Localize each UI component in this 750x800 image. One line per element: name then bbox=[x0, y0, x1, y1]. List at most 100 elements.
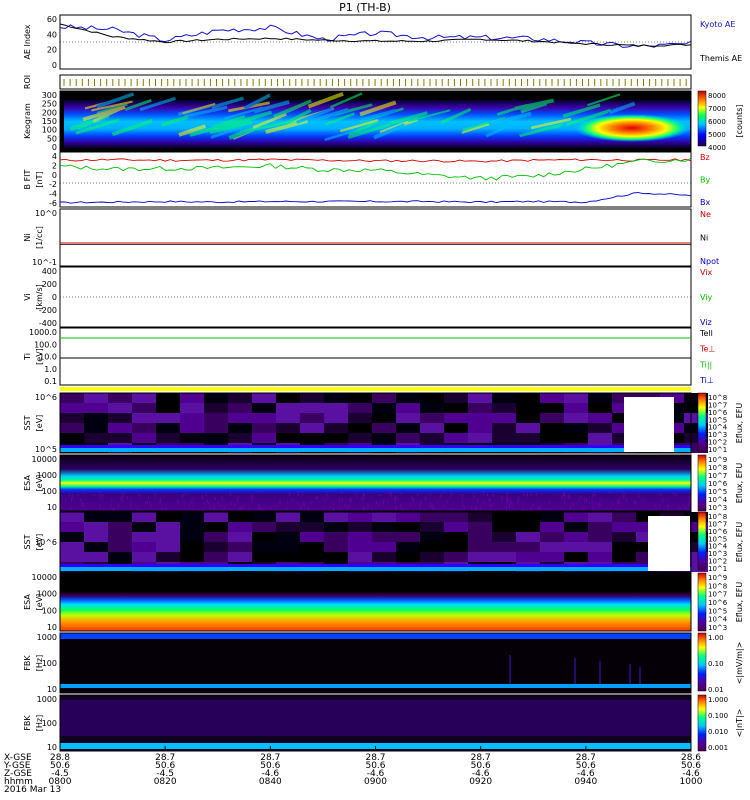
spectrogram-noise bbox=[451, 490, 453, 496]
spectrogram-cell bbox=[348, 393, 372, 403]
legend-entry: Viy bbox=[700, 293, 713, 302]
spectrogram-cell bbox=[180, 403, 204, 413]
spectrogram-cell bbox=[444, 393, 468, 403]
spectrogram-noise bbox=[110, 504, 112, 509]
y-tick-label: 0 bbox=[52, 171, 57, 180]
spectrogram-noise bbox=[361, 496, 363, 502]
spectrogram-noise bbox=[561, 495, 563, 501]
spectrogram-cell bbox=[540, 433, 564, 443]
spectrogram-cell bbox=[84, 542, 108, 552]
spectrogram-cell bbox=[588, 552, 612, 562]
spectrogram-cell bbox=[372, 512, 396, 522]
spectrogram-cell bbox=[588, 542, 612, 552]
spectrogram-noise bbox=[81, 501, 83, 506]
spectrogram-noise bbox=[80, 498, 82, 502]
spectrogram-noise bbox=[432, 506, 434, 511]
spectrogram-cell bbox=[564, 542, 588, 552]
spectrogram-cell bbox=[468, 413, 492, 423]
panel-ylabel: Vi bbox=[23, 293, 32, 301]
spectrogram-noise bbox=[202, 495, 204, 499]
spectrogram-noise bbox=[419, 504, 421, 509]
spectrogram-cell bbox=[516, 393, 540, 403]
legend-entry: Themis AE bbox=[699, 54, 742, 63]
colorbar-fbk-b bbox=[697, 694, 707, 752]
colorbar-label: <|nT|> bbox=[735, 709, 744, 738]
colorbar-label: Eflux, EFU bbox=[735, 403, 744, 444]
y-tick-label: 100 bbox=[42, 606, 57, 615]
spectrogram-cell bbox=[300, 423, 324, 433]
spectrogram-cell bbox=[444, 413, 468, 423]
spectrogram-cell bbox=[492, 512, 516, 522]
spectrogram-cell bbox=[156, 522, 180, 532]
spectrogram-noise bbox=[370, 494, 372, 498]
y-tick-label: 1000 bbox=[37, 471, 57, 480]
spectrogram-cell bbox=[612, 522, 636, 532]
spectrogram-cell bbox=[108, 393, 132, 403]
spectrogram-noise bbox=[251, 498, 253, 502]
spectrogram-cell bbox=[276, 512, 300, 522]
spectrogram-noise bbox=[687, 495, 689, 498]
spectrogram-cell bbox=[156, 433, 180, 443]
spectrogram-noise bbox=[322, 497, 324, 501]
spectrogram-noise bbox=[383, 500, 385, 506]
panel-ylabel: ROI bbox=[23, 75, 32, 89]
spectrogram-cell bbox=[228, 552, 252, 562]
figure-title: P1 (TH-B) bbox=[339, 1, 391, 14]
spectrogram-noise bbox=[316, 497, 318, 500]
spectrogram-cell bbox=[612, 512, 636, 522]
spectrogram-cell bbox=[180, 512, 204, 522]
spectrogram-cell bbox=[612, 552, 636, 562]
spectrogram-noise bbox=[332, 500, 334, 506]
spectrogram-noise bbox=[121, 497, 123, 503]
spectrogram-cell bbox=[588, 522, 612, 532]
panel-ylabel-unit: [nT] bbox=[35, 171, 44, 187]
spectrogram-cell bbox=[444, 522, 468, 532]
colorbar-tick: 10^1 bbox=[708, 446, 727, 454]
spectrogram-cell bbox=[60, 403, 84, 413]
spectrogram-noise bbox=[506, 492, 508, 497]
spectrogram-cell bbox=[444, 423, 468, 433]
spectrogram-cell bbox=[228, 532, 252, 542]
spectrogram-cell bbox=[420, 522, 444, 532]
spectrogram-noise bbox=[565, 495, 567, 498]
spectrogram-noise bbox=[159, 498, 161, 504]
spectrogram-cell bbox=[540, 423, 564, 433]
panel-ylabel: FBK bbox=[23, 655, 32, 671]
spectrogram-noise bbox=[492, 502, 494, 506]
spectrogram-noise bbox=[599, 503, 601, 507]
spectrogram-noise bbox=[414, 503, 416, 506]
y-tick-label: 50 bbox=[47, 134, 57, 143]
spectrogram-cell bbox=[252, 413, 276, 423]
spectrogram-cell bbox=[276, 433, 300, 443]
spectrogram-cell bbox=[516, 522, 540, 532]
colorbar-tick: 10^4 bbox=[708, 496, 728, 504]
panel-esa-electron bbox=[59, 572, 692, 632]
colorbar-tick: 4000 bbox=[708, 144, 726, 152]
spectrogram-cell bbox=[540, 393, 564, 403]
spectrogram-noise bbox=[237, 495, 239, 499]
panel-ylabel-unit: [1/cc] bbox=[35, 226, 44, 249]
spectrogram-noise bbox=[348, 504, 350, 509]
colorbar-tick: 10^8 bbox=[708, 464, 727, 472]
spectrogram-noise bbox=[537, 505, 539, 509]
spectrogram-noise bbox=[679, 506, 681, 512]
spectrogram-cell bbox=[540, 532, 564, 542]
y-tick-label: 150 bbox=[42, 117, 57, 126]
colorbar-esa-ion bbox=[697, 454, 707, 512]
spectrogram-cell bbox=[540, 552, 564, 562]
panel-roi bbox=[59, 74, 692, 90]
footer-value: 1000 bbox=[680, 777, 703, 787]
spectrogram-noise bbox=[250, 495, 252, 499]
spectrogram-cell bbox=[372, 532, 396, 542]
spectrogram-cell bbox=[372, 393, 396, 403]
spectrogram-noise bbox=[190, 499, 192, 504]
spectrogram-cell bbox=[396, 423, 420, 433]
spectrogram-cell bbox=[84, 423, 108, 433]
spectrogram-noise bbox=[326, 491, 328, 495]
spectrogram-cell bbox=[420, 393, 444, 403]
spectrogram-noise bbox=[70, 497, 72, 502]
spectrogram-cell bbox=[108, 423, 132, 433]
y-tick-label: -2 bbox=[49, 180, 57, 189]
spectrogram-cell bbox=[108, 403, 132, 413]
spectrogram-cell bbox=[444, 433, 468, 443]
